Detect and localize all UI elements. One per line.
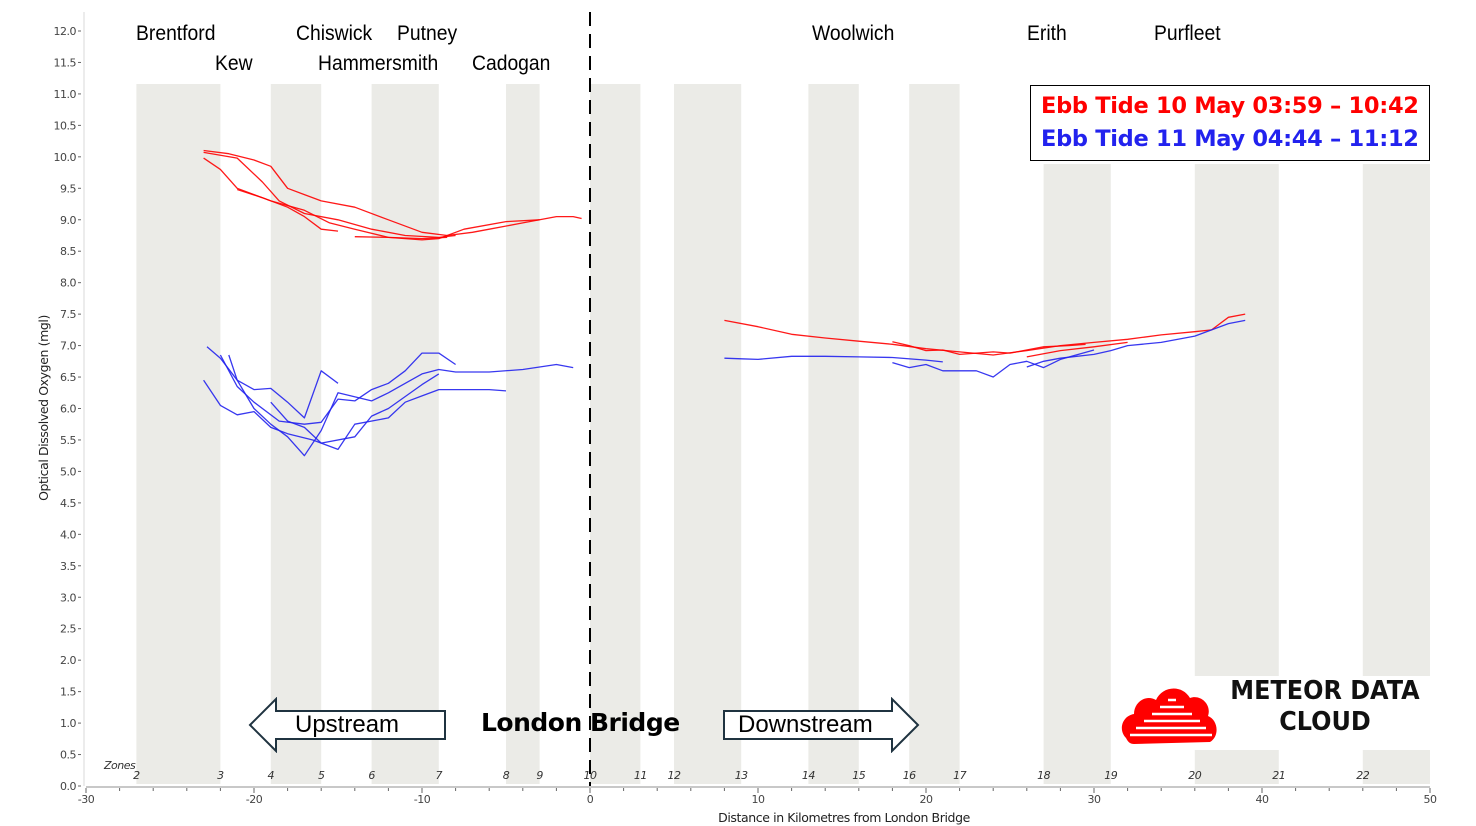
y-tick-label: 4.0 — [60, 528, 76, 541]
y-axis-label: Optical Dissolved Oxygen (mgl) — [36, 315, 51, 501]
logo-line-1: METEOR DATA — [1230, 676, 1420, 706]
zone-label: 6 — [368, 769, 375, 782]
logo-line-2: CLOUD — [1279, 707, 1371, 737]
y-tick-label: 8.0 — [60, 277, 76, 290]
y-tick-label: 3.5 — [60, 560, 76, 573]
x-tick-label: 40 — [1256, 793, 1269, 806]
y-tick-label: 7.5 — [60, 308, 76, 321]
location-label: Woolwich — [811, 22, 895, 45]
zone-label: 14 — [802, 769, 815, 782]
y-tick-label: 5.5 — [60, 434, 76, 447]
location-label: Erith — [1026, 22, 1067, 45]
x-tick-label: 50 — [1424, 793, 1437, 806]
location-label: Brentford — [136, 22, 216, 45]
zone-label: 19 — [1104, 769, 1117, 782]
zone-label: 5 — [318, 769, 325, 782]
y-tick-label: 9.5 — [60, 182, 76, 195]
y-tick-label: 12.0 — [54, 25, 77, 38]
zone-label: 16 — [903, 769, 916, 782]
london-bridge-label: London Bridge — [481, 708, 680, 737]
zone-label: 15 — [852, 769, 865, 782]
y-tick-label: 10.5 — [54, 119, 77, 132]
y-tick-label: 8.5 — [60, 245, 76, 258]
zone-band — [590, 84, 641, 784]
zone-label: 18 — [1037, 769, 1050, 782]
zone-band — [136, 84, 221, 784]
y-tick-label: 11.5 — [54, 56, 77, 69]
zone-band — [909, 84, 960, 784]
zone-band — [808, 84, 859, 784]
x-axis-label: Distance in Kilometres from London Bridg… — [718, 810, 971, 825]
y-tick-label: 6.0 — [60, 403, 76, 416]
x-tick-label: 0 — [587, 793, 594, 806]
x-tick-label: 30 — [1088, 793, 1101, 806]
y-tick-label: 10.0 — [54, 151, 77, 164]
y-tick-label: 5.0 — [60, 465, 76, 478]
x-tick-label: -30 — [78, 793, 95, 806]
x-tick-label: 20 — [920, 793, 933, 806]
zone-band — [1043, 164, 1111, 784]
y-tick-label: 2.0 — [60, 654, 76, 667]
zones-label: Zones — [103, 759, 136, 772]
legend: Ebb Tide 10 May 03:59 – 10:42 Ebb Tide 1… — [1030, 85, 1430, 161]
zone-band — [1362, 750, 1430, 784]
location-label: Cadogan — [472, 52, 551, 75]
zone-label: 13 — [735, 769, 748, 782]
y-tick-label: 9.0 — [60, 214, 76, 227]
y-tick-label: 2.5 — [60, 623, 76, 636]
x-tick-label: -20 — [246, 793, 263, 806]
zone-label: 8 — [503, 769, 510, 782]
x-tick-label: -10 — [414, 793, 431, 806]
y-tick-label: 1.5 — [60, 686, 76, 699]
y-tick-label: 1.0 — [60, 717, 76, 730]
location-label: Kew — [215, 52, 253, 75]
zone-label: 3 — [217, 769, 224, 782]
series-line-10-may — [724, 313, 1246, 356]
location-label: Chiswick — [296, 22, 373, 45]
y-tick-label: 4.5 — [60, 497, 76, 510]
zone-label: 2 — [133, 769, 140, 782]
zone-band — [1194, 750, 1279, 784]
y-tick-label: 7.0 — [60, 340, 76, 353]
zone-band — [1194, 164, 1279, 676]
y-tick-label: 0.0 — [60, 780, 76, 793]
downstream-label: Downstream — [738, 711, 873, 738]
y-tick-label: 0.5 — [60, 749, 76, 762]
zone-label: 12 — [668, 769, 681, 782]
cloud-icon — [1121, 688, 1217, 744]
location-label: Purfleet — [1154, 22, 1222, 45]
y-tick-label: 3.0 — [60, 591, 76, 604]
meteor-data-cloud-logo: METEOR DATA CLOUD — [1120, 676, 1430, 746]
zone-label: 17 — [953, 769, 966, 782]
x-tick-label: 10 — [752, 793, 765, 806]
zone-label: 7 — [436, 769, 443, 782]
zone-band — [1362, 164, 1430, 676]
y-tick-label: 6.5 — [60, 371, 76, 384]
zone-band — [371, 84, 439, 784]
zone-label: 4 — [268, 769, 275, 782]
y-tick-label: 11.0 — [54, 88, 77, 101]
zone-label: 22 — [1356, 769, 1369, 782]
zone-band — [506, 84, 540, 784]
zone-label: 9 — [536, 769, 543, 782]
zone-label: 20 — [1188, 769, 1201, 782]
zone-label: 11 — [634, 769, 647, 782]
zone-band — [674, 84, 742, 784]
zone-band — [270, 84, 322, 784]
legend-entry-10-may: Ebb Tide 10 May 03:59 – 10:42 — [1041, 93, 1419, 119]
upstream-label: Upstream — [295, 711, 400, 738]
series-line-11-may — [203, 379, 507, 451]
location-label: Putney — [396, 22, 457, 45]
location-label: Hammersmith — [317, 52, 439, 75]
legend-entry-11-may: Ebb Tide 11 May 04:44 – 11:12 — [1041, 126, 1419, 152]
zone-label: 21 — [1272, 769, 1285, 782]
